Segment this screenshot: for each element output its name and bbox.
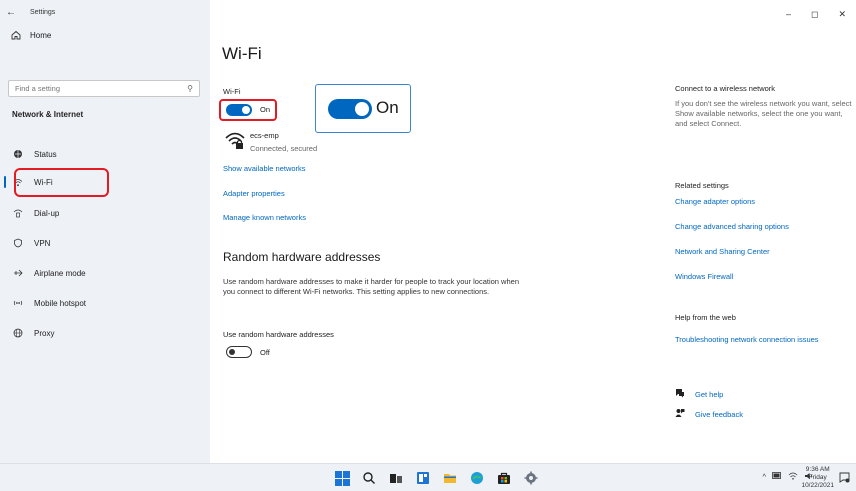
taskbar-clock[interactable]: 9:36 AM Friday 10/22/2021 bbox=[801, 466, 834, 490]
sidebar-item-label: Airplane mode bbox=[34, 268, 86, 278]
sidebar-item-proxy[interactable]: Proxy bbox=[0, 322, 210, 344]
wifi-toggle-state: On bbox=[260, 105, 271, 114]
window-title: Settings bbox=[30, 8, 56, 16]
airplane-icon bbox=[10, 268, 26, 278]
wifi-secured-icon bbox=[224, 130, 246, 150]
wifi-toggle-label: Wi-Fi bbox=[223, 87, 241, 96]
taskbar: ^ 9:36 AM Friday 10/22/2021 bbox=[0, 463, 856, 491]
sidebar-item-airplane[interactable]: Airplane mode bbox=[0, 262, 210, 284]
connect-title: Connect to a wireless network bbox=[675, 84, 776, 93]
show-networks-link[interactable]: Show available networks bbox=[223, 164, 306, 173]
sharing-center-link[interactable]: Network and Sharing Center bbox=[675, 247, 770, 256]
main-content: Wi-Fi Wi-Fi On On ecs-emp Connected, sec… bbox=[210, 0, 856, 463]
wifi-highlight-box bbox=[14, 168, 109, 197]
get-help-icon bbox=[675, 388, 687, 400]
settings-gear-icon[interactable] bbox=[522, 469, 540, 487]
manage-networks-link[interactable]: Manage known networks bbox=[223, 213, 306, 222]
section-title: Network & Internet bbox=[12, 110, 84, 119]
connect-text: If you don't see the wireless network yo… bbox=[675, 99, 852, 128]
page-title: Wi-Fi bbox=[222, 44, 262, 63]
zoom-toggle-graphic bbox=[328, 99, 372, 119]
random-hw-toggle[interactable] bbox=[226, 346, 252, 358]
search-input[interactable]: Find a setting ⚲ bbox=[8, 80, 200, 97]
clock-date: 10/22/2021 bbox=[801, 482, 834, 489]
notification-icon[interactable] bbox=[839, 472, 850, 485]
search-placeholder: Find a setting bbox=[15, 84, 61, 93]
battery-icon[interactable] bbox=[772, 472, 782, 482]
feedback-link[interactable]: Give feedback bbox=[675, 408, 743, 420]
random-hw-heading: Random hardware addresses bbox=[223, 250, 381, 264]
sidebar-item-label: VPN bbox=[34, 238, 51, 248]
random-hw-description: Use random hardware addresses to make it… bbox=[223, 277, 519, 296]
chevron-up-icon[interactable]: ^ bbox=[762, 472, 766, 482]
related-settings-title: Related settings bbox=[675, 181, 729, 190]
change-adapter-link[interactable]: Change adapter options bbox=[675, 197, 755, 206]
get-help-link[interactable]: Get help bbox=[675, 388, 723, 400]
advanced-sharing-link[interactable]: Change advanced sharing options bbox=[675, 222, 789, 231]
title-bar: ← Settings bbox=[0, 0, 210, 24]
globe-icon bbox=[10, 328, 26, 338]
task-view-icon[interactable] bbox=[387, 469, 405, 487]
file-explorer-icon[interactable] bbox=[441, 469, 459, 487]
wifi-toggle[interactable] bbox=[226, 104, 252, 116]
clock-day: Friday bbox=[808, 474, 827, 481]
home-icon bbox=[8, 30, 24, 40]
sidebar-item-home[interactable]: Home bbox=[8, 30, 51, 40]
sidebar-item-label: Proxy bbox=[34, 328, 55, 338]
search-icon: ⚲ bbox=[187, 84, 193, 93]
sidebar-item-vpn[interactable]: VPN bbox=[0, 232, 210, 254]
zoom-toggle-state: On bbox=[376, 98, 399, 117]
home-label: Home bbox=[30, 30, 52, 40]
start-icon[interactable] bbox=[333, 469, 351, 487]
random-hw-state: Off bbox=[260, 348, 270, 357]
back-arrow-icon[interactable]: ← bbox=[0, 7, 22, 18]
troubleshoot-link[interactable]: Troubleshooting network connection issue… bbox=[675, 335, 850, 345]
sidebar-item-dialup[interactable]: Dial-up bbox=[0, 202, 210, 224]
get-help-label: Get help bbox=[695, 389, 724, 399]
sidebar-item-label: Mobile hotspot bbox=[34, 298, 87, 308]
store-icon[interactable] bbox=[495, 469, 513, 487]
feedback-label: Give feedback bbox=[695, 409, 743, 419]
help-title: Help from the web bbox=[675, 313, 736, 322]
edge-icon[interactable] bbox=[468, 469, 486, 487]
network-icon[interactable] bbox=[788, 472, 798, 482]
clock-time: 9:36 AM bbox=[805, 466, 830, 473]
adapter-properties-link[interactable]: Adapter properties bbox=[223, 189, 285, 198]
network-name: ecs-emp bbox=[250, 131, 279, 140]
sidebar-item-hotspot[interactable]: Mobile hotspot bbox=[0, 292, 210, 314]
dialup-icon bbox=[10, 208, 26, 218]
sidebar-item-status[interactable]: Status bbox=[0, 143, 210, 165]
hotspot-icon bbox=[10, 298, 26, 308]
random-hw-label: Use random hardware addresses bbox=[223, 330, 334, 339]
sidebar-item-label: Dial-up bbox=[34, 208, 60, 218]
network-status: Connected, secured bbox=[250, 144, 318, 153]
globe-status-icon bbox=[10, 149, 26, 159]
feedback-icon bbox=[675, 408, 687, 420]
vpn-icon bbox=[10, 238, 26, 248]
sidebar: ← Settings Home Find a setting ⚲ Network… bbox=[0, 0, 210, 463]
search-taskbar-icon[interactable] bbox=[360, 469, 378, 487]
taskbar-icons bbox=[333, 469, 540, 487]
firewall-link[interactable]: Windows Firewall bbox=[675, 272, 733, 281]
sidebar-item-label: Status bbox=[34, 149, 57, 159]
widgets-icon[interactable] bbox=[414, 469, 432, 487]
